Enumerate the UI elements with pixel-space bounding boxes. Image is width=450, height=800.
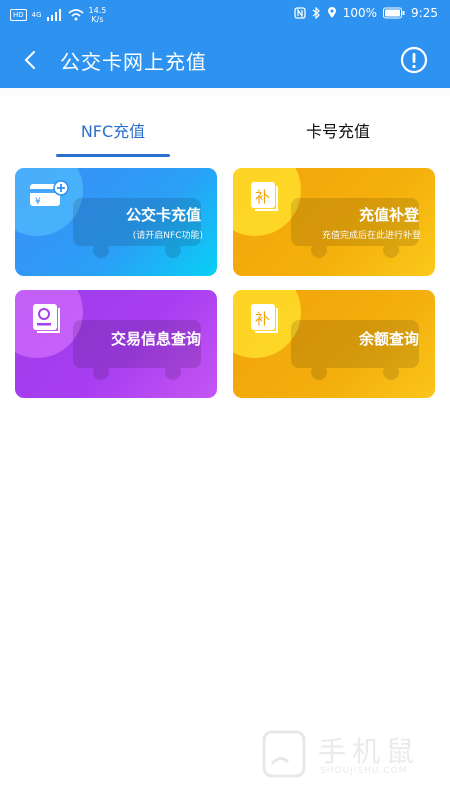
supplement-icon: 补	[251, 182, 278, 211]
card-add-icon: ¥	[30, 180, 69, 207]
svg-text:补: 补	[255, 310, 270, 328]
card-transaction-query[interactable]: 交易信息查询	[15, 290, 217, 398]
tab-bar: NFC充值 卡号充值	[0, 100, 450, 160]
watermark: 手机鼠 SHOUJISHU.COM	[258, 728, 428, 784]
active-tab-indicator	[56, 154, 170, 157]
alert-circle-icon[interactable]	[400, 46, 428, 74]
network-type: 4G	[31, 11, 42, 19]
title-row: 公交卡网上充值	[0, 38, 450, 82]
svg-text:补: 补	[255, 188, 270, 206]
wifi-icon	[68, 9, 84, 21]
svg-text:¥: ¥	[35, 197, 41, 207]
battery-percent: 100%	[342, 6, 378, 20]
card-bus-card-recharge[interactable]: ¥ 公交卡充值 (请开启NFC功能)	[15, 168, 217, 276]
status-bar: HD 4G 14.5 K/s 100% 9:25	[0, 0, 450, 30]
card-title: 公交卡充值	[125, 206, 201, 224]
bus-illustration	[73, 198, 201, 258]
battery-icon	[383, 7, 405, 19]
chevron-left-icon[interactable]	[18, 47, 44, 73]
nfc-icon	[294, 7, 306, 19]
search-doc-icon	[33, 304, 60, 333]
hd-badge: HD	[10, 9, 27, 21]
card-title: 充值补登	[358, 206, 419, 224]
net-speed: 14.5 K/s	[88, 6, 107, 24]
watermark-subtext: SHOUJISHU.COM	[320, 766, 408, 776]
card-subtitle: 充值完成后在此进行补登	[321, 231, 421, 241]
page-title: 公交卡网上充值	[60, 50, 207, 74]
tab-nfc-recharge[interactable]: NFC充值	[56, 118, 170, 142]
bluetooth-icon	[312, 7, 320, 19]
supplement-icon: 补	[251, 304, 278, 333]
app-bar: HD 4G 14.5 K/s 100% 9:25 公交卡网上充值	[0, 0, 450, 88]
tab-card-number-recharge[interactable]: 卡号充值	[280, 118, 396, 142]
card-subtitle: (请开启NFC功能)	[132, 231, 203, 241]
watermark-logo-icon	[262, 730, 306, 778]
bus-illustration	[291, 198, 419, 258]
watermark-text: 手机鼠	[318, 735, 421, 768]
card-title: 余额查询	[358, 330, 419, 348]
card-title: 交易信息查询	[110, 330, 201, 348]
card-balance-query[interactable]: 补 余额查询	[233, 290, 435, 398]
location-icon	[327, 7, 336, 18]
signal-icon	[46, 9, 61, 21]
card-recharge-supplement[interactable]: 补 充值补登 充值完成后在此进行补登	[233, 168, 435, 276]
clock: 9:25	[411, 6, 438, 20]
